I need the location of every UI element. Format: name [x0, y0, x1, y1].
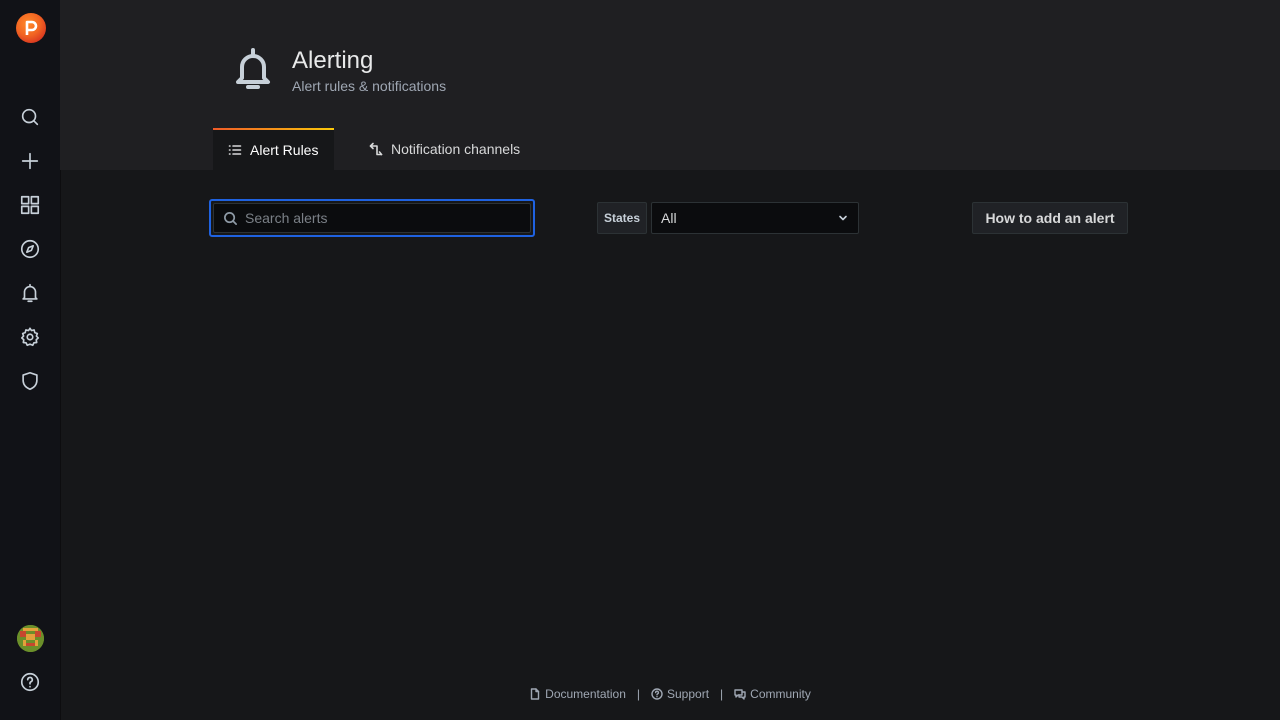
search-field: [209, 199, 535, 237]
page-subtitle: Alert rules & notifications: [292, 78, 447, 94]
footer: Documentation | Support | Community: [60, 684, 1280, 704]
sidebar-item-help[interactable]: [0, 660, 60, 704]
avatar-image: [17, 625, 44, 652]
search-icon: [224, 211, 237, 225]
sidebar-item-alerting[interactable]: [0, 271, 60, 315]
help-icon: [20, 672, 40, 692]
sidebar-item-configuration[interactable]: [0, 315, 60, 359]
logo[interactable]: [16, 13, 46, 43]
sidebar-item-search[interactable]: [0, 95, 60, 139]
states-label: States: [597, 202, 647, 234]
bell-icon: [236, 48, 270, 89]
comments-icon: [734, 689, 746, 700]
footer-link-community[interactable]: Community: [734, 687, 811, 701]
dashboards-icon: [20, 195, 40, 215]
how-to-add-alert-button[interactable]: How to add an alert: [972, 202, 1128, 234]
footer-link-support[interactable]: Support: [651, 687, 709, 701]
footer-link-documentation[interactable]: Documentation: [529, 687, 626, 701]
tab-notification-channels[interactable]: Notification channels: [354, 128, 535, 170]
page-title: Alerting: [292, 47, 374, 74]
tab-label: Alert Rules: [250, 142, 319, 158]
sidebar-item-explore[interactable]: [0, 227, 60, 271]
logo-icon: [25, 20, 38, 35]
alerting-icon: [22, 283, 38, 303]
explore-icon: [20, 239, 40, 259]
footer-link-label: Community: [750, 687, 811, 701]
sidebar: [0, 0, 60, 720]
footer-separator: |: [636, 687, 640, 701]
footer-link-label: Support: [667, 687, 710, 701]
states-select-value: All: [661, 210, 677, 226]
sidebar-item-create[interactable]: [0, 139, 60, 183]
search-input[interactable]: [245, 210, 505, 226]
page-header: Alerting Alert rules & notifications Ale…: [60, 0, 1280, 170]
sidebar-item-server-admin[interactable]: [0, 359, 60, 403]
channel-icon: [369, 142, 383, 156]
footer-separator: |: [720, 687, 724, 701]
footer-link-label: Documentation: [545, 687, 626, 701]
tab-alert-rules[interactable]: Alert Rules: [213, 128, 334, 170]
search-box: [213, 203, 531, 233]
configuration-icon: [20, 327, 40, 347]
shield-icon: [22, 371, 38, 391]
avatar[interactable]: [17, 625, 44, 652]
question-icon: [651, 688, 663, 700]
search-icon: [21, 108, 39, 126]
states-select[interactable]: All: [651, 202, 859, 234]
sidebar-item-dashboards[interactable]: [0, 183, 60, 227]
tab-label: Notification channels: [391, 141, 521, 157]
chevron-down-icon: [839, 215, 847, 221]
list-icon: [228, 145, 242, 155]
document-icon: [530, 688, 540, 700]
plus-icon: [21, 152, 39, 170]
